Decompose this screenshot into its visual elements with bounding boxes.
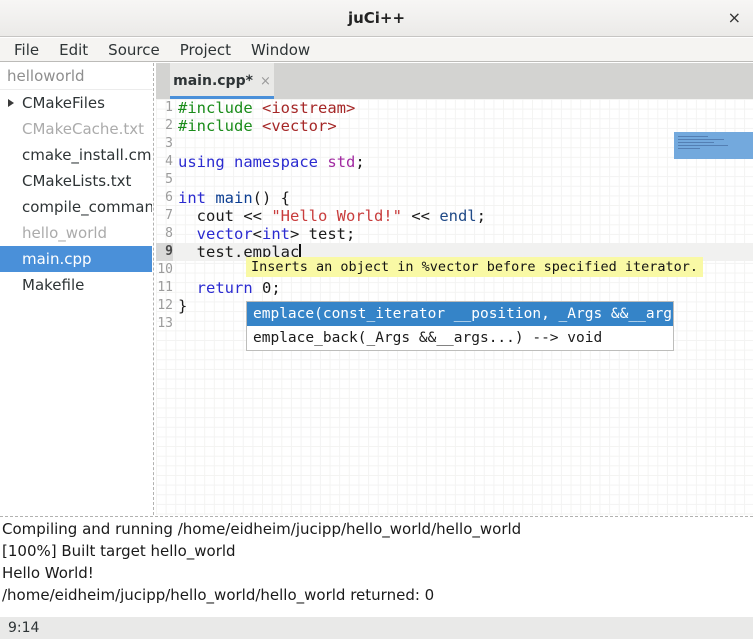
- line-number: 5: [156, 171, 173, 189]
- project-directory-label[interactable]: helloworld: [0, 63, 152, 90]
- line-number: 7: [156, 207, 173, 225]
- code-line-text: return 0;: [173, 279, 281, 297]
- file-tree-item[interactable]: Makefile: [0, 272, 152, 298]
- minimap-code-thumbnail: [678, 145, 728, 146]
- minimap-code-thumbnail: [678, 142, 714, 143]
- minimap-overview[interactable]: [674, 132, 753, 159]
- file-tree-item[interactable]: main.cpp: [0, 246, 152, 272]
- line-number: 8: [156, 225, 173, 243]
- file-name: CMakeFiles: [22, 94, 105, 112]
- line-number: 3: [156, 135, 173, 153]
- code-line[interactable]: 8 vector<int> test;: [156, 225, 753, 243]
- terminal-output[interactable]: Compiling and running /home/eidheim/juci…: [0, 518, 753, 617]
- doc-tooltip: Inserts an object in %vector before spec…: [246, 257, 703, 277]
- line-number: 11: [156, 279, 173, 297]
- file-tree: CMakeFiles CMakeCache.txt cmake_install.…: [0, 90, 152, 298]
- code-line-text: }: [173, 297, 187, 315]
- file-tree-item[interactable]: CMakeCache.txt: [0, 116, 152, 142]
- file-tree-item[interactable]: cmake_install.cmake: [0, 142, 152, 168]
- code-line[interactable]: 7 cout << "Hello World!" << endl;: [156, 207, 753, 225]
- code-line[interactable]: 11 return 0;: [156, 279, 753, 297]
- terminal-line: Compiling and running /home/eidheim/juci…: [2, 518, 753, 540]
- code-line-text: [173, 315, 178, 333]
- code-line-text: int main() {: [173, 189, 290, 207]
- tab-close-icon[interactable]: ×: [260, 74, 271, 89]
- window-close-button[interactable]: ×: [728, 0, 741, 36]
- code-line-text: [173, 261, 178, 279]
- file-name: main.cpp: [22, 250, 92, 268]
- file-name: cmake_install.cmake: [22, 146, 152, 164]
- titlebar[interactable]: juCi++ ×: [0, 0, 753, 37]
- file-name: CMakeLists.txt: [22, 172, 131, 190]
- code-line-text: [173, 135, 178, 153]
- file-tree-item[interactable]: CMakeFiles: [0, 90, 152, 116]
- file-name: CMakeCache.txt: [22, 120, 144, 138]
- file-tree-item[interactable]: CMakeLists.txt: [0, 168, 152, 194]
- cursor-position: 9:14: [8, 620, 39, 636]
- code-line-text: [173, 171, 178, 189]
- line-number: 12: [156, 297, 173, 315]
- minimap-code-thumbnail: [678, 148, 700, 149]
- menu-item[interactable]: File: [4, 41, 49, 59]
- tab-label: main.cpp*: [173, 73, 253, 89]
- terminal-line: Hello World!: [2, 562, 753, 584]
- tab-bar: main.cpp* ×: [156, 63, 753, 99]
- code-line[interactable]: 4using namespace std;: [156, 153, 753, 171]
- autocomplete-item[interactable]: emplace_back(_Args &&__args...) --> void: [247, 326, 673, 350]
- menu-item[interactable]: Edit: [49, 41, 98, 59]
- menubar: FileEditSourceProjectWindow: [0, 38, 753, 62]
- code-line[interactable]: 6int main() {: [156, 189, 753, 207]
- code-line[interactable]: 1#include <iostream>: [156, 99, 753, 117]
- file-tree-panel: helloworld CMakeFiles CMakeCache.txt cma…: [0, 63, 152, 515]
- line-number: 2: [156, 117, 173, 135]
- line-number: 4: [156, 153, 173, 171]
- code-line[interactable]: 3: [156, 135, 753, 153]
- status-bar: 9:14: [0, 617, 753, 639]
- window-title: juCi++: [0, 0, 753, 36]
- file-name: hello_world: [22, 224, 107, 242]
- line-number: 10: [156, 261, 173, 279]
- code-line-text: #include <vector>: [173, 117, 337, 135]
- tab-main-cpp[interactable]: main.cpp* ×: [170, 63, 274, 99]
- jucipp-window: juCi++ × FileEditSourceProjectWindow hel…: [0, 0, 753, 639]
- autocomplete-popup: emplace(const_iterator __position, _Args…: [246, 301, 674, 351]
- menu-item[interactable]: Project: [170, 41, 241, 59]
- line-number: 1: [156, 99, 173, 117]
- menu-item[interactable]: Source: [98, 41, 170, 59]
- menu-item[interactable]: Window: [241, 41, 320, 59]
- autocomplete-item[interactable]: emplace(const_iterator __position, _Args…: [247, 302, 673, 326]
- line-number: 6: [156, 189, 173, 207]
- terminal-line: /home/eidheim/jucipp/hello_world/hello_w…: [2, 584, 753, 606]
- minimap-code-thumbnail: [678, 136, 708, 137]
- code-lines: 1#include <iostream>2#include <vector>34…: [156, 99, 753, 333]
- file-name: compile_commands.json: [22, 198, 152, 216]
- minimap-code-thumbnail: [678, 139, 724, 140]
- code-line-text: using namespace std;: [173, 153, 365, 171]
- code-editor[interactable]: 1#include <iostream>2#include <vector>34…: [156, 99, 753, 515]
- code-line-text: vector<int> test;: [173, 225, 355, 243]
- code-line[interactable]: 5: [156, 171, 753, 189]
- line-number: 9: [156, 243, 173, 261]
- terminal-line: [100%] Built target hello_world: [2, 540, 753, 562]
- file-name: Makefile: [22, 276, 84, 294]
- code-line-text: cout << "Hello World!" << endl;: [173, 207, 486, 225]
- editor-pane: main.cpp* × 1#include <iostream>2#includ…: [156, 63, 753, 515]
- file-tree-item[interactable]: hello_world: [0, 220, 152, 246]
- line-number: 13: [156, 315, 173, 333]
- code-line-text: #include <iostream>: [173, 99, 355, 117]
- code-line[interactable]: 2#include <vector>: [156, 117, 753, 135]
- file-tree-item[interactable]: compile_commands.json: [0, 194, 152, 220]
- expand-arrow-icon[interactable]: [8, 99, 14, 107]
